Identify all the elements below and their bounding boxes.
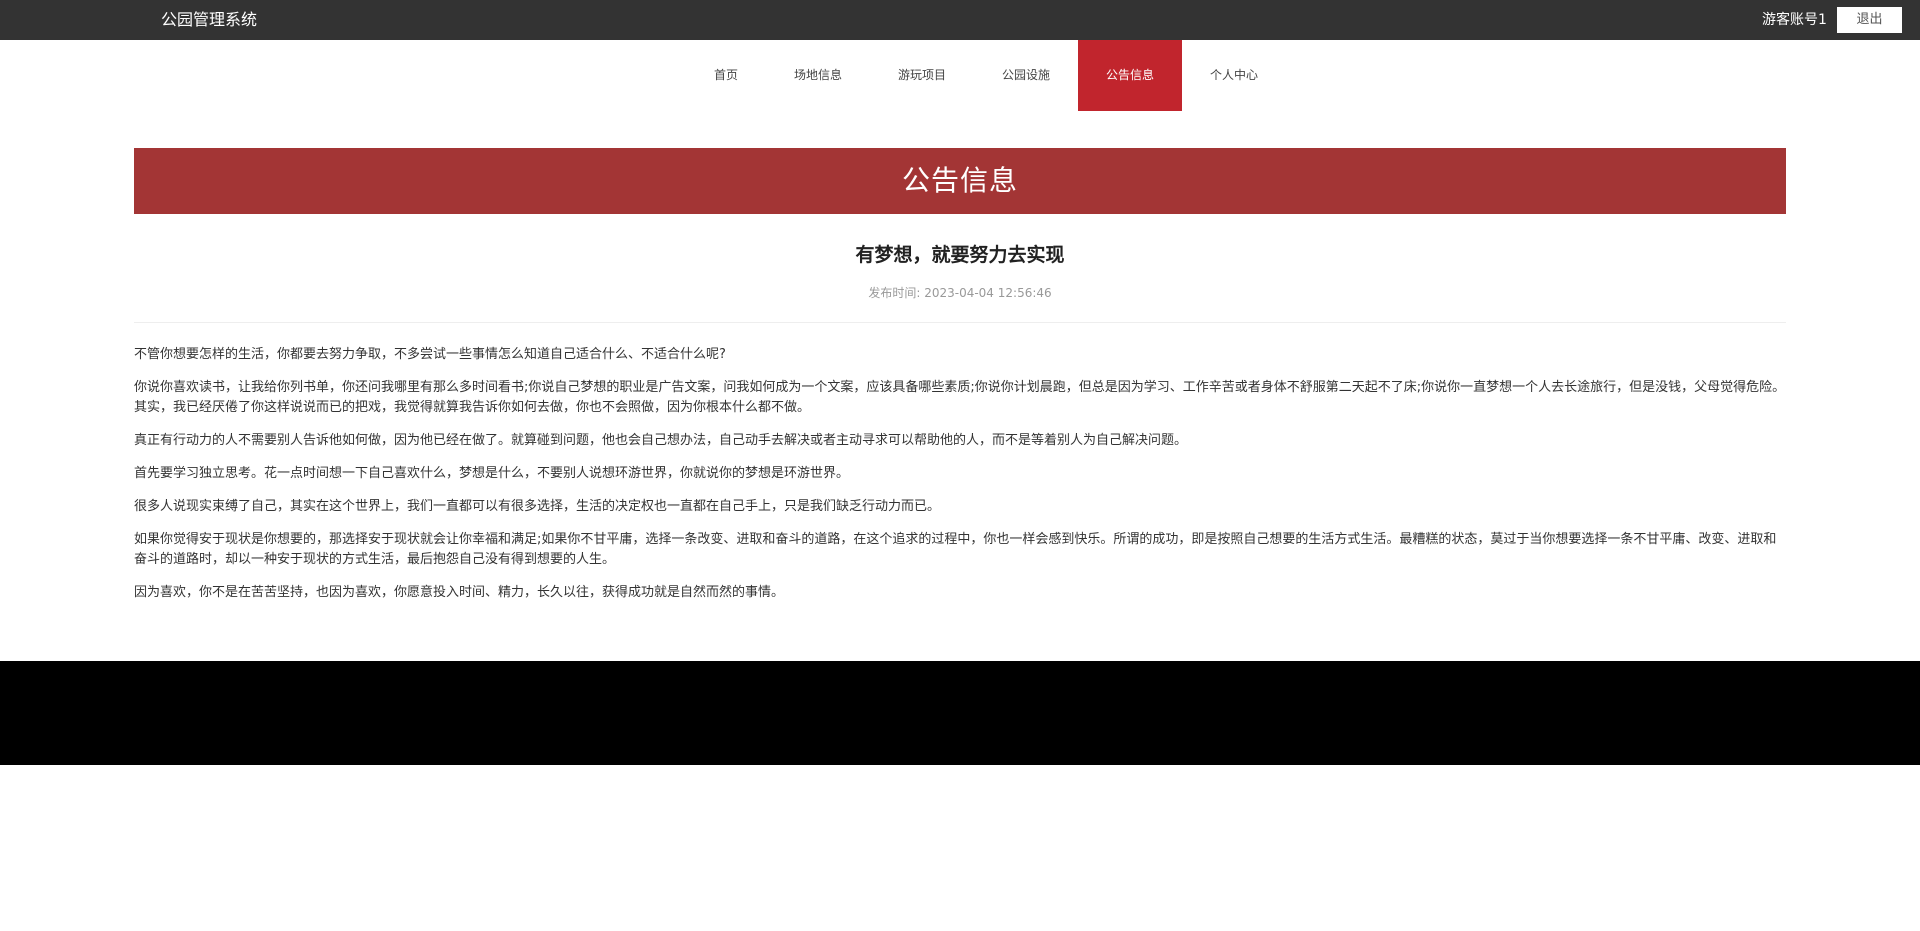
article-paragraph: 很多人说现实束缚了自己，其实在这个世界上，我们一直都可以有很多选择，生活的决定权… [134, 499, 941, 514]
page-title-banner: 公告信息 [134, 148, 1786, 214]
nav-item-home[interactable]: 首页 [686, 40, 766, 111]
article-title: 有梦想，就要努力去实现 [855, 244, 1065, 266]
account-name[interactable]: 游客账号1 [1762, 10, 1827, 30]
article-content: 不管你想要怎样的生活，你都要去努力争取，不多尝试一些事情怎么知道自己适合什么、不… [134, 345, 1786, 616]
article-paragraph: 因为喜欢，你不是在苦苦坚持，也因为喜欢，你愿意投入时间、精力，长久以往，获得成功… [134, 585, 785, 600]
article-paragraph: 真正有行动力的人不需要别人告诉他如何做，因为他已经在做了。就算碰到问题，他也会自… [134, 433, 1188, 448]
publish-time-label: 发布时间: [868, 286, 921, 300]
footer [0, 661, 1920, 765]
nav-item-facilities[interactable]: 公园设施 [974, 40, 1078, 111]
nav-item-profile[interactable]: 个人中心 [1182, 40, 1286, 111]
article-paragraph: 你说你喜欢读书，让我给你列书单，你还问我哪里有那么多时间看书;你说自己梦想的职业… [134, 380, 1786, 415]
publish-time-line: 发布时间: 2023-04-04 12:56:46 [134, 284, 1786, 302]
publish-time-value: 2023-04-04 12:56:46 [924, 286, 1052, 300]
top-bar: 公园管理系统 游客账号1 退出 [0, 0, 1920, 40]
article-paragraph: 如果你觉得安于现状是你想要的，那选择安于现状就会让你幸福和满足;如果你不甘平庸，… [134, 532, 1777, 567]
nav-item-attractions[interactable]: 游玩项目 [870, 40, 974, 111]
nav-item-announcements[interactable]: 公告信息 [1078, 40, 1183, 111]
app-title: 公园管理系统 [161, 10, 258, 29]
divider [134, 322, 1786, 323]
main-nav: 首页 场地信息 游玩项目 公园设施 公告信息 个人中心 [0, 40, 1920, 111]
nav-item-venues[interactable]: 场地信息 [766, 40, 870, 111]
article-paragraph: 首先要学习独立思考。花一点时间想一下自己喜欢什么，梦想是什么，不要别人说想环游世… [134, 466, 850, 481]
article-paragraph: 不管你想要怎样的生活，你都要去努力争取，不多尝试一些事情怎么知道自己适合什么、不… [134, 347, 726, 362]
logout-button[interactable]: 退出 [1837, 7, 1902, 33]
